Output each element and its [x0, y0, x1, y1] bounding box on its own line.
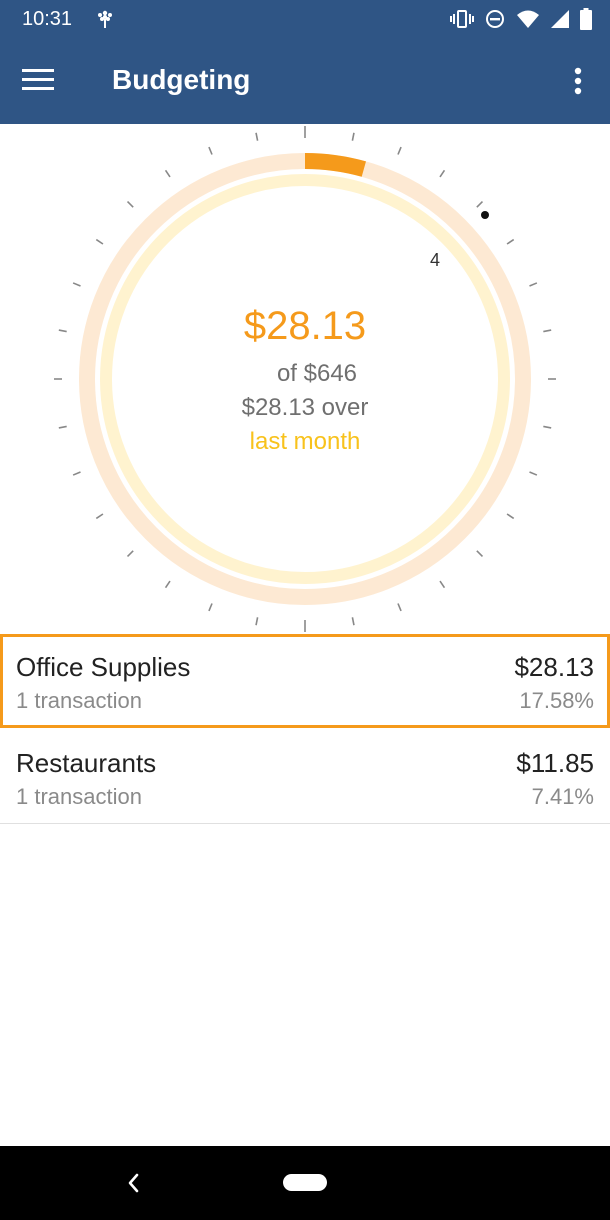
- budget-total: of $646: [276, 360, 358, 387]
- progress-arc: [304, 153, 367, 177]
- dial-tick: [72, 471, 81, 476]
- dial-tick: [529, 282, 538, 287]
- vibrate-icon: [450, 8, 474, 35]
- dial-tick: [439, 169, 446, 178]
- back-chevron-icon[interactable]: [122, 1170, 146, 1196]
- dial-tick: [476, 550, 484, 558]
- dial-tick: [255, 132, 259, 141]
- dial-marker-dot: [481, 211, 489, 219]
- status-icons: [450, 8, 592, 35]
- dial-tick: [208, 146, 213, 155]
- dial-tick: [164, 169, 171, 178]
- dial-tick: [476, 200, 484, 208]
- dial-tick: [164, 580, 171, 589]
- app-notification-icon: [94, 8, 116, 35]
- dial-tick: [351, 132, 355, 141]
- page-title: Budgeting: [112, 64, 251, 95]
- system-nav-bar: [0, 1146, 610, 1220]
- battery-icon: [580, 8, 592, 35]
- more-vert-icon[interactable]: [562, 62, 594, 102]
- dial-tick: [506, 513, 515, 520]
- dial-tick: [351, 617, 355, 626]
- dial-tick: [208, 603, 213, 612]
- dial-tick: [126, 550, 134, 558]
- dial-tick: [397, 146, 402, 155]
- dial-tick: [506, 238, 515, 245]
- dial-tick: [529, 471, 538, 476]
- dial-tick: [95, 513, 104, 520]
- dial-tick: [397, 603, 402, 612]
- dial-tick: [95, 238, 104, 245]
- list-item-restaurants[interactable]: Restaurants 1 transaction $11.85 7.41%: [0, 730, 610, 824]
- category-percent: 7.41%: [531, 784, 594, 809]
- hamburger-menu-icon[interactable]: [22, 64, 64, 100]
- budget-dial[interactable]: 4 $28.13 of $646 $28.13 over last month: [0, 124, 610, 634]
- list-item-office-supplies[interactable]: Office Supplies 1 transaction $28.13 17.…: [0, 634, 610, 728]
- dial-tick: [72, 282, 81, 287]
- home-pill-icon[interactable]: [283, 1174, 327, 1191]
- signal-icon: [550, 9, 570, 34]
- status-bar: 10:31: [0, 0, 610, 40]
- category-amount: $28.13: [514, 652, 594, 682]
- dial-tick: [126, 200, 134, 208]
- category-percent: 17.58%: [519, 688, 594, 713]
- dial-marker-label: 4: [430, 250, 441, 270]
- transaction-count: 1 transaction: [16, 784, 142, 809]
- over-budget-text: $28.13 over: [241, 394, 369, 421]
- period-label[interactable]: last month: [0, 428, 610, 456]
- dial-tick: [255, 617, 259, 626]
- wifi-icon: [516, 9, 540, 34]
- app-bar: Budgeting: [0, 40, 610, 124]
- do-not-disturb-icon: [484, 8, 506, 35]
- spent-amount: $28.13: [243, 304, 367, 348]
- status-time: 10:31: [22, 8, 73, 30]
- dial-tick: [439, 580, 446, 589]
- transaction-count: 1 transaction: [16, 688, 142, 713]
- category-name: Office Supplies: [16, 652, 191, 682]
- category-amount: $11.85: [516, 748, 594, 778]
- category-name: Restaurants: [16, 748, 157, 778]
